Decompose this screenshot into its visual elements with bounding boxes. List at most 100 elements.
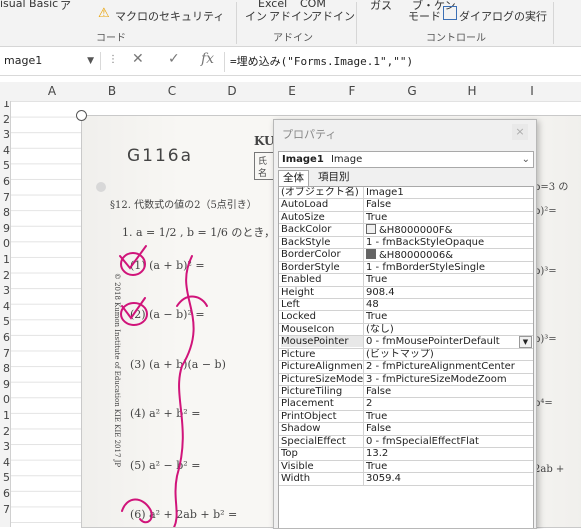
property-value[interactable]: True xyxy=(366,461,528,472)
property-row[interactable]: (オブジェクト名) Image1 xyxy=(279,187,533,200)
property-row[interactable]: PictureSizeMode 3 - fmPictureSizeModeZoom xyxy=(279,373,533,386)
property-row[interactable]: Picture (ビットマップ) xyxy=(279,348,533,362)
design-mode-button[interactable]: モード xyxy=(408,8,441,24)
row-header[interactable]: 2 xyxy=(0,269,10,282)
property-value[interactable]: 1 - fmBorderStyleSingle xyxy=(366,262,528,273)
column-header[interactable]: I xyxy=(522,84,542,98)
row-header[interactable]: 3 xyxy=(0,128,10,141)
property-value[interactable]: True xyxy=(366,411,528,422)
visual-basic-button[interactable]: isual Basic xyxy=(0,0,58,10)
row-header[interactable]: 6 xyxy=(0,175,10,188)
row-header[interactable]: 7 xyxy=(0,191,10,204)
tab-categorized[interactable]: 項目別 xyxy=(314,170,354,185)
column-header[interactable]: A xyxy=(42,84,62,98)
row-header[interactable]: 0 xyxy=(0,393,10,406)
property-value[interactable]: Image1 xyxy=(366,187,528,198)
property-value[interactable]: True xyxy=(366,274,528,285)
row-header[interactable]: 7 xyxy=(0,503,10,516)
column-header[interactable]: G xyxy=(402,84,422,98)
property-row[interactable]: AutoLoad False xyxy=(279,199,533,212)
addin-button-3[interactable]: アドイン xyxy=(311,8,355,24)
row-header[interactable]: 1 xyxy=(0,409,10,422)
row-header[interactable]: 9 xyxy=(0,222,10,235)
insert-dropdown-icon[interactable]: ˇ xyxy=(382,8,387,18)
property-value[interactable]: 3059.4 xyxy=(366,473,528,484)
row-header[interactable]: 1 xyxy=(0,253,10,266)
property-value[interactable]: 3 - fmPictureSizeModeZoom xyxy=(366,374,528,385)
property-value[interactable]: False xyxy=(366,423,528,434)
property-row[interactable]: PictureTiling False xyxy=(279,386,533,399)
property-value[interactable]: False xyxy=(366,199,528,210)
property-row[interactable]: Visible True xyxy=(279,460,533,474)
property-value[interactable]: 908.4 xyxy=(366,287,528,298)
formula-input[interactable]: =埋め込み("Forms.Image.1","") xyxy=(230,53,413,71)
column-header[interactable]: B xyxy=(102,84,122,98)
fx-icon[interactable]: fx xyxy=(201,51,214,67)
property-value[interactable]: 1 - fmBackStyleOpaque xyxy=(366,237,528,248)
tab-alphabetic[interactable]: 全体 xyxy=(278,170,309,186)
addin-button-2[interactable]: アドイン xyxy=(269,8,313,24)
property-value[interactable]: False xyxy=(366,386,528,397)
property-value[interactable]: 13.2 xyxy=(366,448,528,459)
row-header[interactable]: 2 xyxy=(0,425,10,438)
row-header[interactable]: 8 xyxy=(0,362,10,375)
property-value[interactable]: 0 - fmSpecialEffectFlat xyxy=(366,436,528,447)
row-header[interactable]: 5 xyxy=(0,315,10,328)
property-row[interactable]: Width 3059.4 xyxy=(279,473,533,486)
name-box[interactable]: mage1 ▼ xyxy=(0,52,101,70)
column-header[interactable]: C xyxy=(162,84,182,98)
row-header[interactable]: 6 xyxy=(0,331,10,344)
run-dialog-button[interactable]: ダイアログの実行 xyxy=(459,8,547,24)
property-value[interactable]: &H80000006& xyxy=(366,249,528,261)
property-value[interactable]: 2 xyxy=(366,398,528,409)
column-header[interactable]: E xyxy=(282,84,302,98)
property-row[interactable]: Left 48 xyxy=(279,298,533,312)
property-value[interactable]: 2 - fmPictureAlignmentCenter xyxy=(366,361,528,372)
row-header[interactable]: 7 xyxy=(0,347,10,360)
property-row[interactable]: BorderStyle 1 - fmBorderStyleSingle xyxy=(279,261,533,275)
property-value[interactable]: (なし) xyxy=(366,324,528,335)
property-row[interactable]: BorderColor &H80000006& xyxy=(279,249,533,262)
row-header[interactable]: 5 xyxy=(0,159,10,172)
column-header[interactable]: H xyxy=(462,84,482,98)
row-header[interactable]: 3 xyxy=(0,440,10,453)
chevron-down-icon[interactable]: ⌄ xyxy=(522,152,530,167)
row-header[interactable]: 4 xyxy=(0,456,10,469)
check-icon[interactable]: ✓ xyxy=(168,51,180,67)
chevron-down-icon[interactable]: ▼ xyxy=(87,52,94,70)
property-row[interactable]: Top 13.2 xyxy=(279,448,533,461)
property-value[interactable]: 0 - fmMousePointerDefault xyxy=(366,336,528,347)
row-header[interactable]: 8 xyxy=(0,206,10,219)
property-value[interactable]: True xyxy=(366,212,528,223)
property-row[interactable]: PictureAlignment 2 - fmPictureAlignmentCe… xyxy=(279,361,533,374)
close-icon[interactable]: ✕ xyxy=(132,51,144,67)
close-icon[interactable]: × xyxy=(512,124,528,140)
property-row[interactable]: Placement 2 xyxy=(279,398,533,411)
resize-handle[interactable] xyxy=(76,110,87,121)
object-selector[interactable]: Image1 Image ⌄ xyxy=(278,151,534,168)
row-header[interactable]: 3 xyxy=(0,284,10,297)
property-value[interactable]: &H8000000F& xyxy=(366,224,528,236)
more-options-icon[interactable]: ⋮ xyxy=(108,54,118,65)
property-row[interactable]: AutoSize True xyxy=(279,211,533,225)
property-row[interactable]: MouseIcon (なし) xyxy=(279,323,533,337)
column-header[interactable]: D xyxy=(222,84,242,98)
row-header[interactable]: 1 xyxy=(0,101,10,110)
property-row[interactable]: Height 908.4 xyxy=(279,286,533,299)
property-row[interactable]: BackStyle 1 - fmBackStyleOpaque xyxy=(279,236,533,250)
row-header[interactable]: 6 xyxy=(0,487,10,500)
row-header[interactable]: 2 xyxy=(0,113,10,126)
property-row[interactable]: SpecialEffect 0 - fmSpecialEffectFlat xyxy=(279,435,533,449)
row-header[interactable]: 0 xyxy=(0,237,10,250)
column-header[interactable]: F xyxy=(342,84,362,98)
property-row[interactable]: Locked True xyxy=(279,311,533,324)
row-header[interactable]: 5 xyxy=(0,471,10,484)
property-row[interactable]: Enabled True xyxy=(279,274,533,287)
macro-security-button[interactable]: マクロのセキュリティ xyxy=(115,8,224,24)
row-header[interactable]: 4 xyxy=(0,300,10,313)
property-row[interactable]: MousePointer 0 - fmMousePointerDefault ▼ xyxy=(279,336,533,349)
property-value[interactable]: 48 xyxy=(366,299,528,310)
property-row[interactable]: Shadow False xyxy=(279,423,533,436)
row-header[interactable]: 9 xyxy=(0,378,10,391)
dropdown-arrow-icon[interactable]: ▼ xyxy=(519,336,532,349)
